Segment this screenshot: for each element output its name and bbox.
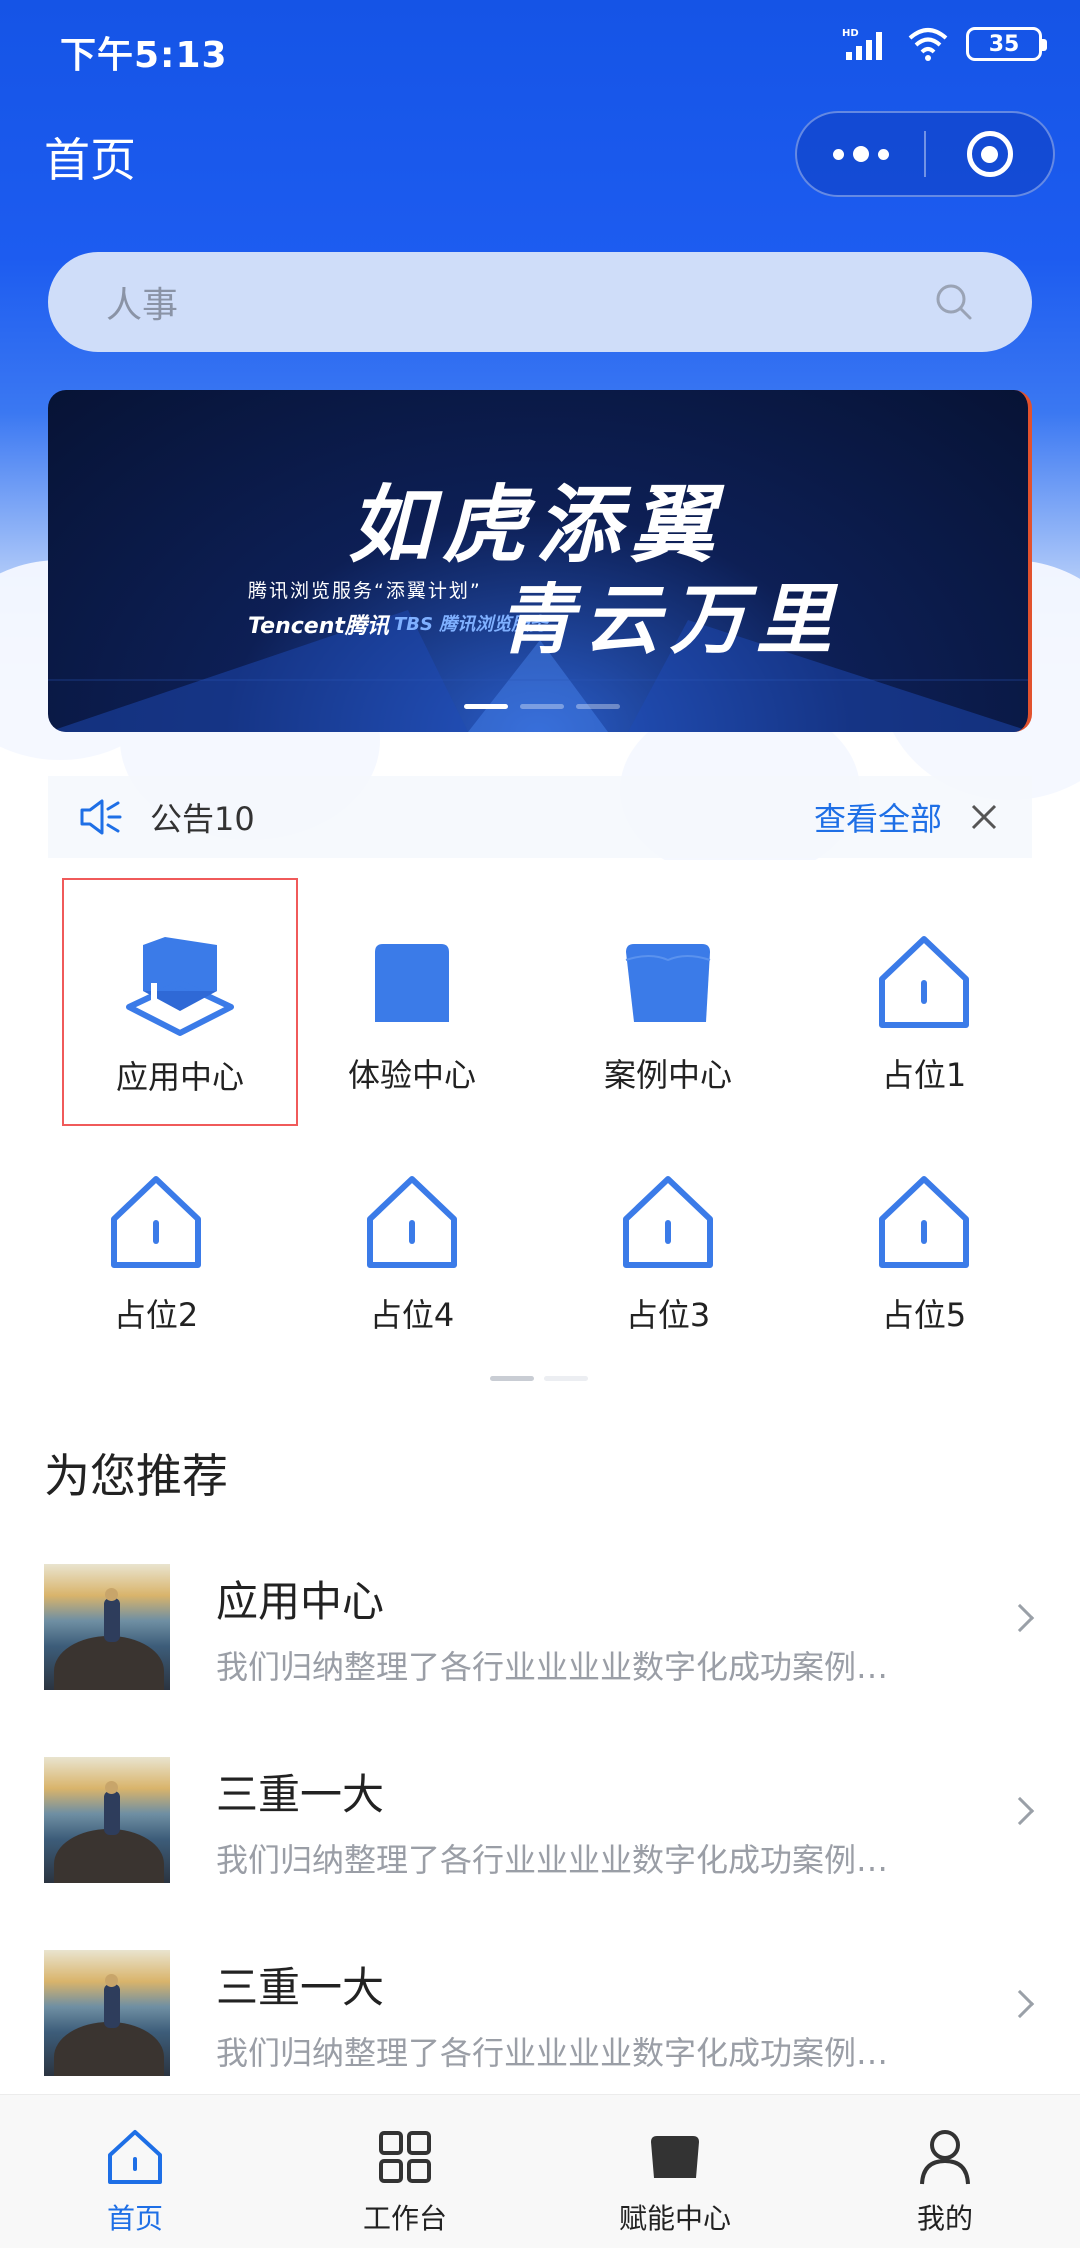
banner-carousel[interactable]: 如虎添翼 腾讯浏览服务“添翼计划” Tencent腾讯 TBS 腾讯浏览服务 青… — [48, 390, 1032, 732]
home-icon — [879, 936, 969, 1028]
grid-item-label: 占位1 — [881, 1056, 967, 1094]
banner-indicator — [464, 704, 620, 709]
home-icon — [623, 1176, 713, 1268]
speaker-icon — [80, 799, 122, 835]
tab-workbench[interactable]: 工作台 — [270, 2095, 540, 2248]
page-dot — [544, 1376, 588, 1381]
grid-item-label: 占位3 — [625, 1296, 711, 1334]
status-icons: HD 35 — [842, 26, 1047, 62]
chevron-right-icon — [1005, 1989, 1035, 2019]
tab-label: 首页 — [106, 2202, 163, 2235]
grid-item-label: 占位5 — [881, 1296, 967, 1334]
list-item[interactable]: 应用中心 我们归纳整理了各行业业业业数字化成功案例… — [0, 1560, 1080, 1690]
svg-text:HD: HD — [842, 28, 859, 39]
list-item-title: 三重一大 — [216, 1963, 385, 2012]
home-icon — [108, 2130, 162, 2184]
section-title: 为您推荐 — [44, 1449, 228, 1503]
search-icon[interactable] — [934, 282, 974, 322]
box-icon — [651, 2136, 699, 2178]
list-item-desc: 我们归纳整理了各行业业业业数字化成功案例… — [216, 2034, 889, 2072]
close-icon[interactable] — [970, 803, 998, 831]
target-icon — [966, 131, 1013, 177]
grid-item-case-center[interactable]: 案例中心 — [550, 878, 786, 1126]
cube-icon — [126, 937, 234, 1036]
grid-item-label: 体验中心 — [347, 1056, 476, 1094]
grid-item-placeholder-4[interactable]: 占位4 — [294, 1118, 530, 1366]
banner-dot — [464, 704, 508, 709]
more-icon — [832, 146, 889, 162]
list-item-title: 三重一大 — [216, 1770, 385, 1819]
wifi-icon — [908, 28, 948, 61]
tab-mine[interactable]: 我的 — [810, 2095, 1080, 2248]
notice-text: 公告10 — [150, 800, 255, 838]
view-all-link[interactable]: 查看全部 — [814, 794, 942, 840]
grid-item-label: 占位2 — [113, 1296, 199, 1334]
miniprogram-capsule — [795, 111, 1055, 197]
grid-page-indicator — [490, 1376, 588, 1381]
user-icon — [920, 2130, 970, 2185]
chevron-right-icon — [1005, 1796, 1035, 1826]
grid-item-label: 应用中心 — [115, 1058, 244, 1096]
grid-icon — [379, 2131, 431, 2183]
thumbnail-image — [44, 1757, 170, 1883]
thumbnail-image — [44, 1564, 170, 1690]
banner-brand: Tencent腾讯 — [248, 614, 389, 639]
grid-item-placeholder-1[interactable]: 占位1 — [806, 878, 1042, 1126]
tab-home[interactable]: 首页 — [0, 2095, 270, 2248]
list-item[interactable]: 三重一大 我们归纳整理了各行业业业业数字化成功案例… — [0, 1753, 1080, 1883]
tab-label: 赋能中心 — [618, 2202, 731, 2235]
search-bar[interactable]: 人事 — [48, 252, 1032, 352]
home-icon — [111, 1176, 201, 1268]
more-button[interactable] — [797, 113, 924, 195]
banner-dot — [520, 704, 564, 709]
tab-label: 我的 — [916, 2202, 973, 2235]
list-item-desc: 我们归纳整理了各行业业业业数字化成功案例… — [216, 1841, 889, 1879]
thumbnail-image — [44, 1950, 170, 2076]
signal-icon: HD — [842, 28, 882, 60]
list-item-desc: 我们归纳整理了各行业业业业数字化成功案例… — [216, 1648, 889, 1686]
tab-bar: 首页 工作台 赋能中心 我的 — [0, 2094, 1080, 2248]
notice-bar[interactable]: 公告10 查看全部 — [48, 776, 1032, 858]
grid-item-app-center[interactable]: 应用中心 — [62, 878, 298, 1126]
tab-empower-center[interactable]: 赋能中心 — [540, 2095, 810, 2248]
folder-icon — [625, 944, 711, 1022]
banner-title-2: 青云万里 — [498, 575, 842, 664]
list-item-title: 应用中心 — [216, 1577, 385, 1626]
status-bar: 下午5:13 HD 35 — [0, 0, 1080, 96]
home-icon — [367, 1176, 457, 1268]
search-input[interactable]: 人事 — [106, 276, 934, 328]
grid-item-placeholder-5[interactable]: 占位5 — [806, 1118, 1042, 1366]
grid-item-label: 案例中心 — [603, 1056, 732, 1094]
banner-dot — [576, 704, 620, 709]
list-item[interactable]: 三重一大 我们归纳整理了各行业业业业数字化成功案例… — [0, 1946, 1080, 2076]
tab-label: 工作台 — [362, 2202, 447, 2235]
status-time: 下午5:13 — [60, 35, 228, 76]
banner-subtitle: 腾讯浏览服务“添翼计划” — [248, 580, 482, 602]
grid-item-experience-center[interactable]: 体验中心 — [294, 878, 530, 1126]
home-icon — [879, 1176, 969, 1268]
chevron-right-icon — [1005, 1603, 1035, 1633]
battery-icon: 35 — [966, 27, 1047, 61]
grid-item-placeholder-2[interactable]: 占位2 — [38, 1118, 274, 1366]
page-dot — [490, 1376, 534, 1381]
grid-item-label: 占位4 — [369, 1296, 455, 1334]
box-icon — [375, 944, 449, 1022]
page-title: 首页 — [44, 133, 136, 187]
grid-item-placeholder-3[interactable]: 占位3 — [550, 1118, 786, 1366]
close-miniprogram-button[interactable] — [926, 113, 1053, 195]
